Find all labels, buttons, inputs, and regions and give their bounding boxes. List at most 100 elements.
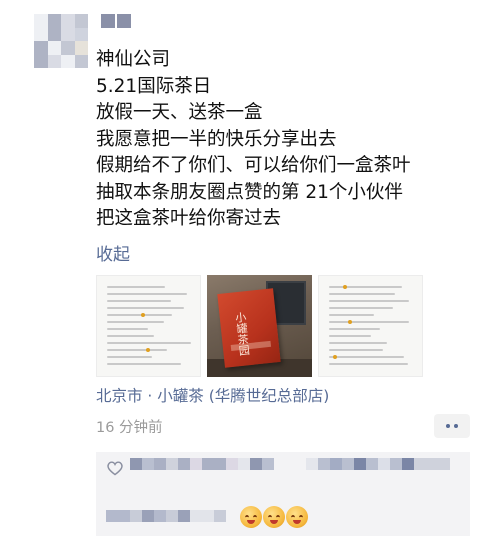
mosaic-tile [74,14,88,28]
mosaic-tile [178,458,190,470]
comment-emojis [240,506,308,528]
mosaic-tile [47,14,61,28]
photo-thumbnail-document[interactable] [96,275,201,377]
post-line: 神仙公司 [96,49,171,70]
document-text-line [329,356,405,358]
likers-redacted[interactable] [130,458,274,470]
document-text-line [329,300,409,302]
photo-thumbnail-tea-box[interactable]: 小罐茶园 [207,275,312,377]
mosaic-tile [426,458,438,470]
mosaic-tile [214,458,226,470]
mosaic-tile [166,458,178,470]
post-line: 放假一天、送茶一盒 [96,102,263,123]
document-emoji-dot [141,313,145,317]
post-line: 假期给不了你们、可以给你们一盒茶叶 [96,155,411,176]
document-text-line [107,349,168,351]
post-line: 把这盒茶叶给你寄过去 [96,208,282,229]
mosaic-tile [414,458,426,470]
sun-face-emoji-icon [286,506,308,528]
mosaic-tile [250,458,262,470]
tea-box-icon: 小罐茶园 [217,288,281,368]
document-text-line [107,342,192,344]
sun-face-emoji-icon [263,506,285,528]
post-line: 5.21国际茶日 [96,75,212,97]
mosaic-tile [262,458,274,470]
collapse-link[interactable]: 收起 [96,240,130,265]
document-text-line [107,335,154,337]
mosaic-tile [61,14,75,28]
mosaic-tile [366,458,378,470]
document-text-line [329,335,372,337]
document-text-line [329,342,388,344]
mosaic-tile [354,458,366,470]
document-text-line [107,307,184,309]
document-text-line [107,293,187,295]
document-text-line [107,286,166,288]
mosaic-tile [117,14,131,28]
mosaic-tile [118,510,130,522]
mosaic-tile [202,510,214,522]
mosaic-tile [390,458,402,470]
mosaic-tile [142,510,154,522]
mosaic-tile [438,458,450,470]
mosaic-tile [34,54,48,68]
document-text-line [107,321,165,323]
mosaic-tile [106,510,118,522]
document-text-line [329,293,395,295]
photo-grid: 小罐茶园 [96,275,423,377]
document-text-line [107,300,171,302]
mosaic-tile [130,458,142,470]
mosaic-tile [378,458,390,470]
mosaic-tile [74,27,88,41]
mosaic-tile [190,458,202,470]
post-line: 我愿意把一半的快乐分享出去 [96,128,337,150]
document-text-line [329,286,402,288]
mosaic-tile [154,510,166,522]
mosaic-tile [306,458,318,470]
document-text-line [329,349,383,351]
mosaic-tile [226,458,238,470]
document-text-line [329,363,409,365]
mosaic-tile [74,54,88,68]
location-link[interactable]: 北京市 · 小罐茶 (华腾世纪总部店) [96,384,329,406]
likers-redacted[interactable] [306,458,450,470]
mosaic-tile [34,14,48,28]
mosaic-tile [101,14,115,28]
mosaic-tile [61,54,75,68]
mosaic-tile [47,27,61,41]
document-text-line [329,328,381,330]
mosaic-tile [214,510,226,522]
mosaic-tile [34,27,48,41]
mosaic-tile [342,458,354,470]
mosaic-tile [190,510,202,522]
more-dots-icon [446,424,450,428]
mosaic-tile [178,510,190,522]
mosaic-tile [47,54,61,68]
document-emoji-dot [348,320,352,324]
mosaic-tile [47,41,61,55]
document-text-line [329,321,409,323]
author-name-redacted[interactable] [101,14,131,28]
mosaic-tile [61,27,75,41]
avatar[interactable] [34,14,88,68]
sun-face-emoji-icon [240,506,262,528]
document-text-line [107,356,153,358]
document-text-line [107,363,181,365]
mosaic-tile [142,458,154,470]
document-text-line [107,314,172,316]
photo-thumbnail-document[interactable] [318,275,423,377]
post-time: 16 分钟前 [96,420,163,436]
mosaic-tile [61,41,75,55]
document-emoji-dot [343,285,347,289]
mosaic-tile [318,458,330,470]
more-actions-button[interactable] [434,414,470,438]
mosaic-tile [74,41,88,55]
document-text-line [329,314,375,316]
mosaic-tile [238,458,250,470]
mosaic-tile [330,458,342,470]
commenter-redacted[interactable] [106,510,226,522]
mosaic-tile [154,458,166,470]
heart-outline-icon [107,461,123,476]
likes-comments-panel [96,452,470,536]
document-text-line [329,307,394,309]
